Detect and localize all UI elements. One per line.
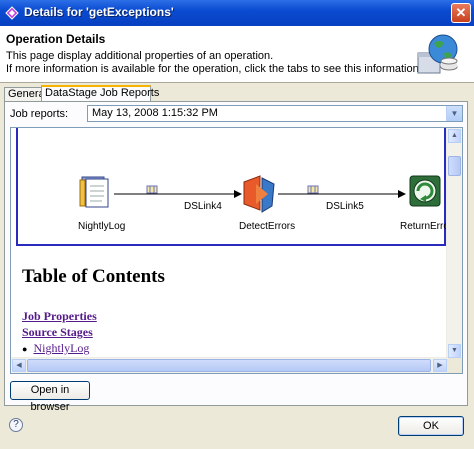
job-reports-dropdown[interactable]: May 13, 2008 1:15:32 PM ▼ [87,105,463,122]
open-in-browser-button[interactable]: Open in browser [10,381,90,413]
report-heading: Table of Contents [22,266,165,287]
scroll-down-button[interactable]: ▼ [448,344,461,358]
node-label-nightlylog: NightlyLog [78,221,125,232]
link-nightlylog[interactable]: NightlyLog [33,341,89,355]
report-browser[interactable]: NightlyLog DSLink4 DetectErrors DSLink5 … [10,127,463,374]
link-connector-icon [307,185,319,194]
link-job-properties[interactable]: Job Properties [22,309,97,324]
arrow-left-icon: ◀ [16,362,22,369]
list-item: ● NightlyLog [22,341,89,356]
scroll-right-button[interactable]: ▶ [433,359,447,372]
vertical-scroll-thumb[interactable] [448,156,461,176]
arrow-down-icon: ▼ [451,347,458,354]
arrow-right-icon: ▶ [437,362,443,369]
vertical-scrollbar[interactable]: ▲ ▼ [446,128,462,359]
close-icon: ✕ [455,5,467,20]
link-source-stages[interactable]: Source Stages [22,325,93,340]
node-label-returnerrors: ReturnErrors [400,221,446,232]
job-reports-label: Job reports: [10,108,69,120]
help-icon[interactable]: ? [9,418,23,432]
chevron-down-icon[interactable]: ▼ [446,106,462,121]
nightlylog-stage-icon[interactable] [79,176,109,208]
scrollbar-corner [447,358,462,373]
link-label-dslink5: DSLink5 [326,201,364,212]
job-diagram: NightlyLog DSLink4 DetectErrors DSLink5 … [16,128,446,246]
header-description-line1: This page display additional properties … [6,50,274,62]
bullet-icon: ● [22,344,28,354]
node-label-detecterrors: DetectErrors [239,221,295,232]
tab-general[interactable]: General [4,87,47,102]
app-icon [5,6,19,20]
window-title: Details for 'getExceptions' [24,5,174,19]
window-titlebar[interactable]: Details for 'getExceptions' ✕ [0,0,474,26]
link-connector-icon [146,185,158,194]
ok-button[interactable]: OK [398,416,464,436]
scroll-left-button[interactable]: ◀ [12,359,26,372]
dialog-header: Operation Details This page display addi… [0,26,474,83]
horizontal-scrollbar[interactable]: ◀ ▶ [11,357,448,373]
scroll-up-button[interactable]: ▲ [448,129,461,143]
job-reports-selected-value: May 13, 2008 1:15:32 PM [92,107,218,119]
horizontal-scroll-thumb[interactable] [27,359,431,372]
close-button[interactable]: ✕ [451,3,471,23]
header-title: Operation Details [6,32,106,46]
returnerrors-stage-icon[interactable] [409,175,441,207]
arrow-up-icon: ▲ [451,132,458,139]
link-label-dslink4: DSLink4 [184,201,222,212]
tab-panel: Job reports: May 13, 2008 1:15:32 PM ▼ N… [4,101,468,413]
globe-database-icon [417,34,458,74]
header-description-line2: If more information is available for the… [6,63,422,75]
